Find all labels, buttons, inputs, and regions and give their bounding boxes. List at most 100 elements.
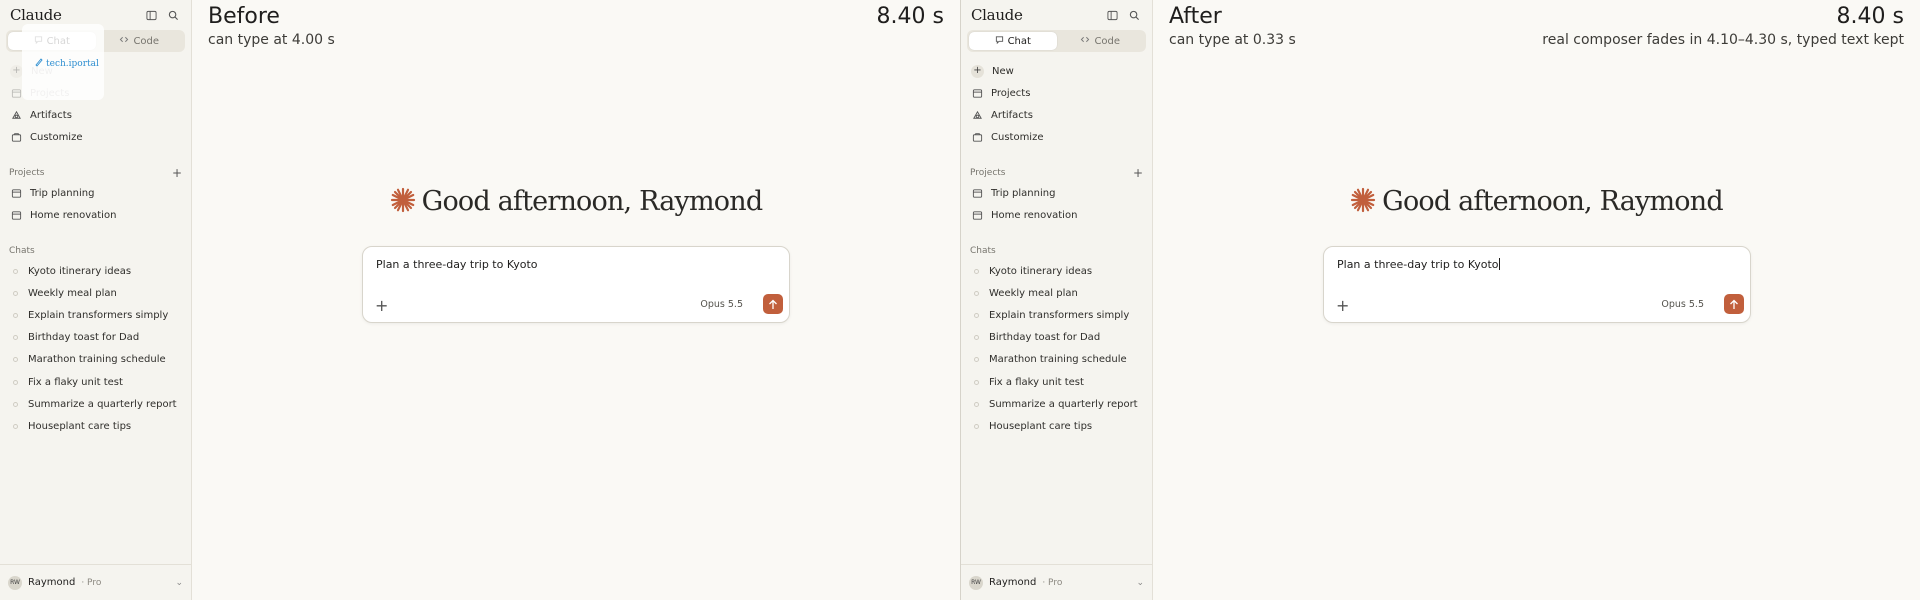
chat-dot-icon (974, 357, 979, 363)
chat-dot-icon (974, 312, 979, 318)
chevron-down-icon: ⌄ (1136, 577, 1144, 588)
nav-artifacts[interactable]: Artifacts (0, 104, 191, 126)
chat-label: Birthday toast for Dad (989, 332, 1101, 344)
claude-spark-icon (1350, 187, 1376, 217)
chat-dot-icon (974, 290, 979, 296)
code-icon (1080, 35, 1090, 47)
chat-item[interactable]: Summarize a quarterly report (0, 393, 191, 415)
search-icon[interactable] (165, 7, 181, 23)
arrow-up-icon (769, 299, 777, 309)
user-menu[interactable]: RW Raymond · Pro ⌄ (961, 564, 1152, 600)
mode-code-button[interactable]: Code (1057, 32, 1145, 50)
mode-code-button[interactable]: Code (96, 32, 184, 50)
chat-item[interactable]: Explain transformers simply (0, 304, 191, 326)
chat-dot-icon (974, 379, 979, 385)
chat-item[interactable]: Weekly meal plan (961, 282, 1152, 304)
chevron-down-icon: ⌄ (175, 577, 183, 588)
projects-section-header: Projects + (961, 164, 1152, 182)
model-selector[interactable]: Opus 5.5 (1661, 299, 1704, 310)
nav-new-chat[interactable]: + New (961, 60, 1152, 82)
nav-projects[interactable]: Projects (961, 82, 1152, 104)
project-label: Trip planning (991, 187, 1056, 199)
composer-input[interactable]: Plan a three-day trip to Kyoto (1337, 258, 1499, 271)
chat-dot-icon (13, 312, 18, 318)
chat-item[interactable]: Houseplant care tips (961, 415, 1152, 437)
avatar: RW (969, 575, 983, 590)
chat-item[interactable]: Weekly meal plan (0, 282, 191, 304)
pane-subtitle: can type at 4.00 s (208, 32, 335, 48)
sidebar-toggle-icon[interactable] (1104, 7, 1120, 23)
projects-header-label: Projects (9, 168, 45, 178)
attach-plus-icon[interactable]: + (1336, 298, 1349, 314)
project-item[interactable]: Home renovation (0, 204, 191, 226)
folder-icon (10, 187, 22, 199)
chat-item[interactable]: Fix a flaky unit test (0, 371, 191, 393)
greeting: Good afternoon, Raymond (1153, 186, 1920, 217)
folder-icon (971, 209, 983, 221)
folder-icon (10, 209, 22, 221)
project-item[interactable]: Home renovation (961, 204, 1152, 226)
chat-list: Kyoto itinerary ideas Weekly meal plan E… (0, 260, 191, 438)
chat-item[interactable]: Explain transformers simply (961, 304, 1152, 326)
pane-title: Before (208, 4, 280, 29)
nav-artifacts[interactable]: Artifacts (961, 104, 1152, 126)
artifacts-icon (971, 109, 983, 121)
add-project-icon[interactable]: + (172, 166, 182, 180)
user-menu[interactable]: RW Raymond · Pro ⌄ (0, 564, 191, 600)
chat-label: Summarize a quarterly report (28, 398, 177, 410)
chat-item[interactable]: Fix a flaky unit test (961, 371, 1152, 393)
chat-item[interactable]: Marathon training schedule (961, 349, 1152, 371)
main-area: Before can type at 4.00 s 8.40 s Good af… (192, 0, 960, 600)
chat-label: Houseplant care tips (28, 420, 132, 432)
folder-icon (10, 87, 22, 99)
nav-customize-label: Customize (991, 131, 1044, 143)
nav-customize[interactable]: Customize (0, 126, 191, 148)
pane-subtitle: can type at 0.33 s (1169, 32, 1296, 48)
timer-readout: 8.40 s (876, 4, 944, 29)
chat-item[interactable]: Birthday toast for Dad (961, 327, 1152, 349)
add-project-icon[interactable]: + (1133, 166, 1143, 180)
chat-item[interactable]: Kyoto itinerary ideas (0, 260, 191, 282)
composer-input[interactable]: Plan a three-day trip to Kyoto (376, 258, 538, 271)
search-icon[interactable] (1126, 7, 1142, 23)
composer-input-wrap[interactable]: Plan a three-day trip to Kyoto (1337, 258, 1500, 271)
send-button[interactable] (763, 294, 783, 314)
chat-dot-icon (13, 357, 18, 363)
primary-nav: + New Projects Artifacts Customize (961, 60, 1152, 148)
user-plan: · Pro (81, 577, 102, 588)
project-item[interactable]: Trip planning (0, 182, 191, 204)
send-button[interactable] (1724, 294, 1744, 314)
chat-item[interactable]: Marathon training schedule (0, 349, 191, 371)
popover-logo-text: tech.iportal (46, 58, 99, 69)
chat-bubble-icon (995, 35, 1004, 47)
chat-item[interactable]: Summarize a quarterly report (961, 393, 1152, 415)
model-selector[interactable]: Opus 5.5 (700, 299, 743, 310)
composer[interactable]: Plan a three-day trip to Kyoto + Opus 5.… (362, 246, 790, 323)
code-icon (119, 35, 129, 47)
nav-customize[interactable]: Customize (961, 126, 1152, 148)
pane-title: After (1169, 4, 1222, 29)
customize-icon (10, 131, 22, 143)
app-logo: Claude (10, 6, 62, 24)
project-label: Home renovation (991, 209, 1078, 221)
after-pane: Claude Chat Code + New Projects Artifact… (960, 0, 1920, 600)
user-plan: · Pro (1042, 577, 1063, 588)
main-area: After can type at 0.33 s 8.40 s real com… (1153, 0, 1920, 600)
chat-dot-icon (13, 268, 18, 274)
chats-section-header: Chats (0, 242, 191, 260)
artifacts-icon (10, 109, 22, 121)
project-item[interactable]: Trip planning (961, 182, 1152, 204)
user-name: Raymond (28, 577, 76, 588)
chat-item[interactable]: Birthday toast for Dad (0, 327, 191, 349)
sidebar-toggle-icon[interactable] (143, 7, 159, 23)
chat-label: Kyoto itinerary ideas (989, 265, 1093, 277)
nav-customize-label: Customize (30, 131, 83, 143)
sidebar: Claude Chat Code + New (961, 0, 1153, 600)
mode-chat-button[interactable]: Chat (969, 32, 1057, 50)
attach-plus-icon[interactable]: + (375, 298, 388, 314)
composer[interactable]: Plan a three-day trip to Kyoto + Opus 5.… (1323, 246, 1751, 323)
chat-item[interactable]: Houseplant care tips (0, 415, 191, 437)
chat-label: Weekly meal plan (989, 287, 1078, 299)
chat-item[interactable]: Kyoto itinerary ideas (961, 260, 1152, 282)
chat-label: Explain transformers simply (989, 309, 1130, 321)
